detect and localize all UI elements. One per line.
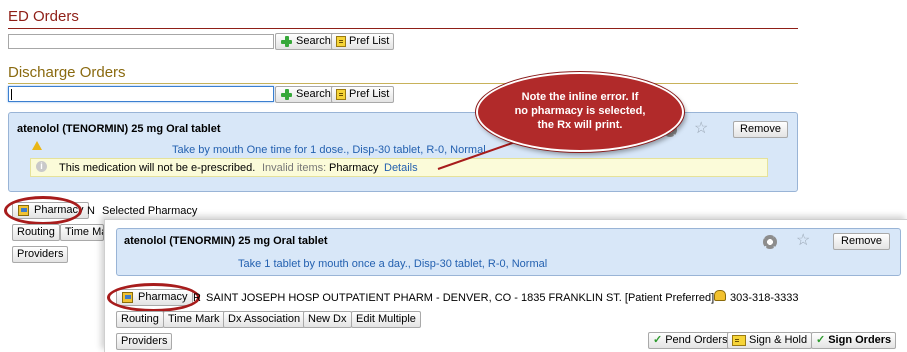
order-before-remove-label: Remove bbox=[740, 123, 781, 135]
ed-orders-search-input[interactable] bbox=[8, 34, 274, 49]
pend-orders-label: Pend Orders bbox=[665, 334, 728, 346]
no-pharmacy-prefix: N bbox=[87, 205, 95, 217]
providers-label-before: Providers bbox=[17, 248, 64, 260]
pharmacy-highlight-ellipse-after bbox=[107, 283, 200, 312]
order-before-name: atenolol (TENORMIN) 25 mg Oral tablet bbox=[17, 123, 221, 135]
ed-orders-search-button[interactable]: Search bbox=[275, 33, 336, 50]
pref-list-icon bbox=[336, 36, 346, 47]
discharge-orders-title: Discharge Orders bbox=[8, 64, 126, 81]
providers-button-after[interactable]: Providers bbox=[116, 333, 173, 350]
sign-orders-button[interactable]: ✓ Sign Orders bbox=[811, 332, 897, 349]
time-mark-button-before[interactable]: Time Ma bbox=[60, 224, 104, 241]
providers-button-before[interactable]: Providers bbox=[12, 246, 69, 263]
discharge-orders-divider bbox=[8, 83, 798, 84]
sign-hold-label: Sign & Hold bbox=[749, 334, 808, 346]
dx-association-button[interactable]: Dx Association bbox=[223, 311, 306, 328]
order-after-remove-button[interactable]: Remove bbox=[833, 233, 890, 250]
edit-multiple-label: Edit Multiple bbox=[356, 313, 416, 325]
text-cursor bbox=[11, 89, 12, 100]
sign-orders-check-icon: ✓ bbox=[816, 334, 826, 346]
ed-orders-pref-list-label: Pref List bbox=[349, 35, 390, 47]
invalid-items-value: Pharmacy bbox=[329, 162, 379, 174]
time-mark-button-after[interactable]: Time Mark bbox=[163, 311, 225, 328]
order-before-remove-button[interactable]: Remove bbox=[733, 121, 788, 138]
callout-line-2: no pharmacy is selected, bbox=[514, 105, 646, 117]
sign-orders-label: Sign Orders bbox=[828, 334, 892, 346]
favorite-star-icon[interactable]: ☆ bbox=[796, 233, 810, 249]
time-mark-label-after: Time Mark bbox=[168, 313, 220, 325]
providers-label-after: Providers bbox=[121, 335, 168, 347]
settings-gear-icon[interactable] bbox=[763, 235, 777, 249]
warning-message: This medication will not be e-prescribed… bbox=[59, 162, 256, 174]
discharge-orders-search-input[interactable] bbox=[8, 86, 274, 102]
sign-hold-button[interactable]: Sign & Hold bbox=[727, 332, 813, 349]
selected-pharmacy-name: SAINT JOSEPH HOSP OUTPATIENT PHARM - DEN… bbox=[206, 292, 715, 304]
ed-orders-divider bbox=[8, 28, 798, 29]
discharge-orders-pref-list-button[interactable]: Pref List bbox=[331, 86, 395, 103]
warning-triangle-icon bbox=[32, 141, 42, 150]
invalid-items-label: Invalid items: bbox=[262, 162, 327, 174]
callout-bubble: Note the inline error. If no pharmacy is… bbox=[476, 72, 684, 152]
routing-button-before[interactable]: Routing bbox=[12, 224, 60, 241]
pend-orders-icon: ✓ bbox=[653, 334, 663, 346]
pend-orders-button[interactable]: ✓ Pend Orders bbox=[648, 332, 733, 349]
pharmacy-phone: 303-318-3333 bbox=[730, 292, 799, 304]
ed-orders-title: ED Orders bbox=[8, 8, 79, 25]
ed-orders-pref-list-button[interactable]: Pref List bbox=[331, 33, 395, 50]
info-icon: i bbox=[36, 161, 47, 172]
time-mark-label-before: Time Ma bbox=[65, 226, 104, 238]
ed-orders-search-label: Search bbox=[296, 35, 331, 47]
routing-label-after: Routing bbox=[121, 313, 159, 325]
pharmacy-highlight-ellipse-before bbox=[4, 196, 82, 225]
discharge-orders-search-label: Search bbox=[296, 88, 331, 100]
routing-button-after[interactable]: Routing bbox=[116, 311, 164, 328]
pref-list-icon bbox=[336, 89, 346, 100]
discharge-orders-pref-list-label: Pref List bbox=[349, 88, 390, 100]
plus-icon bbox=[280, 35, 293, 48]
dx-association-label: Dx Association bbox=[228, 313, 301, 325]
selected-pharmacy-text: Selected Pharmacy bbox=[102, 205, 198, 217]
plus-icon bbox=[280, 88, 293, 101]
order-after-name: atenolol (TENORMIN) 25 mg Oral tablet bbox=[124, 235, 328, 247]
favorite-star-icon[interactable]: ☆ bbox=[694, 121, 708, 137]
order-after-remove-label: Remove bbox=[841, 235, 882, 247]
pharmacy-prefix: R bbox=[193, 292, 201, 304]
callout-line-3: the Rx will print. bbox=[537, 119, 623, 131]
sign-hold-icon bbox=[732, 335, 746, 346]
order-after-sig[interactable]: Take 1 tablet by mouth once a day., Disp… bbox=[238, 258, 547, 270]
new-dx-button[interactable]: New Dx bbox=[303, 311, 352, 328]
discharge-orders-search-button[interactable]: Search bbox=[275, 86, 336, 103]
routing-label-before: Routing bbox=[17, 226, 55, 238]
phone-icon bbox=[714, 290, 726, 301]
new-dx-label: New Dx bbox=[308, 313, 347, 325]
callout-line-1: Note the inline error. If bbox=[521, 91, 639, 103]
edit-multiple-button[interactable]: Edit Multiple bbox=[351, 311, 421, 328]
